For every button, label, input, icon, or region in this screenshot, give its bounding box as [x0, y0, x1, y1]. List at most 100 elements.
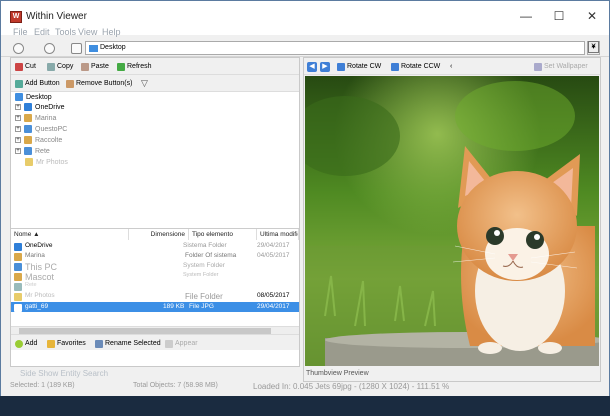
list-item[interactable]: Marina Folder Of sistema 04/05/2017: [11, 251, 299, 261]
library-icon: [14, 273, 22, 281]
status-selected: Selected: 1 (189 KB): [10, 382, 75, 389]
folder-icon: [25, 158, 33, 166]
rotate-ccw-icon: [391, 62, 399, 71]
maximize-button[interactable]: ☐: [544, 5, 574, 27]
tree-item-user[interactable]: + Marina: [15, 114, 56, 122]
filter-icon[interactable]: ▽: [141, 78, 148, 89]
column-header-type[interactable]: Tipo elemento: [189, 229, 257, 240]
tree-item-onedrive[interactable]: + OneDrive: [15, 103, 65, 111]
column-header-name[interactable]: Nome ▲: [11, 229, 129, 240]
expand-icon[interactable]: +: [15, 126, 21, 132]
forward-nav-icon[interactable]: [44, 43, 55, 54]
expand-icon[interactable]: +: [15, 104, 21, 110]
paste-icon: [81, 62, 89, 71]
previous-arrow-icon[interactable]: ◀: [307, 62, 317, 72]
column-header-date[interactable]: Ultima modifica: [257, 229, 299, 240]
remove-buttons-button[interactable]: Remove Button(s): [66, 78, 132, 89]
column-header-size[interactable]: Dimensione: [129, 229, 189, 240]
row-type: File Folder: [185, 292, 223, 301]
computer-icon: [14, 263, 22, 271]
cut-button[interactable]: Cut: [15, 61, 36, 72]
wallpaper-icon: [534, 62, 542, 71]
add-favorite-button[interactable]: Add: [15, 338, 37, 349]
refresh-button[interactable]: Refresh: [117, 61, 152, 72]
tree-root[interactable]: Desktop: [15, 93, 52, 101]
list-item-selected[interactable]: gatti_69 189 KB File JPG 29/04/2017: [11, 302, 299, 312]
rotate-cw-button[interactable]: Rotate CW: [337, 61, 381, 72]
horizontal-scrollbar[interactable]: [11, 326, 299, 334]
tree-item-libraries[interactable]: + Raccolte: [15, 136, 62, 144]
rotate-ccw-button[interactable]: Rotate CCW: [391, 61, 440, 72]
cut-label: Cut: [25, 63, 36, 70]
menu-file[interactable]: File: [13, 27, 28, 37]
row-type: Folder Of sistema: [185, 252, 237, 259]
next-arrow-icon[interactable]: ▶: [320, 62, 330, 72]
expand-icon[interactable]: +: [15, 115, 21, 121]
rename-selected-button[interactable]: Rename Selected: [95, 338, 161, 349]
computer-icon: [24, 125, 32, 133]
tree-item-label: QuestoPC: [35, 125, 68, 133]
appear-label: Appear: [175, 340, 198, 347]
kitten-photo: [305, 76, 599, 366]
rotate-cw-label: Rotate CW: [347, 63, 382, 70]
set-wallpaper-button[interactable]: Set Wallpaper: [534, 61, 588, 72]
tree-item-label: Rete: [35, 147, 50, 155]
folder-icon: [14, 293, 22, 301]
row-type: Sistema Folder: [183, 242, 227, 249]
row-date: 08/05/2017: [257, 292, 290, 299]
cloud-icon: [14, 243, 22, 251]
row-name: OneDrive: [25, 242, 53, 249]
menu-view[interactable]: View: [78, 27, 97, 37]
list-item[interactable]: OneDrive Sistema Folder 29/04/2017: [11, 241, 299, 251]
paste-button[interactable]: Paste: [81, 61, 109, 72]
tree-item-network[interactable]: + Rete: [15, 147, 50, 155]
row-date: 29/04/2017: [257, 303, 290, 310]
close-button[interactable]: ✕: [577, 5, 607, 27]
rename-label: Rename Selected: [105, 340, 161, 347]
menu-tools[interactable]: Tools: [55, 27, 76, 37]
desktop-icon: [15, 93, 23, 101]
close-pane-icon[interactable]: ✕: [588, 41, 599, 53]
list-item[interactable]: Rete: [11, 281, 299, 291]
tree-item-label: Marina: [35, 114, 57, 122]
menu-help[interactable]: Help: [102, 27, 121, 37]
add-button-button[interactable]: Add Button: [15, 78, 60, 89]
address-field[interactable]: Desktop ▾: [85, 41, 600, 55]
list-item[interactable]: This PC System Folder: [11, 261, 299, 272]
appear-icon: [165, 339, 173, 348]
preview-tab[interactable]: Thumbview Preview: [304, 367, 600, 380]
user-icon: [14, 253, 22, 261]
menu-edit[interactable]: Edit: [34, 27, 50, 37]
image-file-icon: [14, 304, 22, 312]
expand-icon[interactable]: +: [15, 148, 21, 154]
expand-icon[interactable]: +: [15, 137, 21, 143]
row-type: System Folder: [183, 272, 219, 278]
row-name: Rete: [25, 282, 37, 288]
address-toolbar: Desktop ▾: [1, 39, 609, 57]
refresh-label: Refresh: [127, 63, 152, 70]
appear-button[interactable]: Appear: [165, 338, 198, 349]
tree-item-pc[interactable]: + QuestoPC: [15, 125, 67, 133]
list-item[interactable]: Mr Photos File Folder 08/05/2017: [11, 291, 299, 301]
remove-buttons-label: Remove Button(s): [76, 80, 133, 87]
app-icon: W: [10, 11, 22, 23]
scissors-icon: [15, 62, 23, 71]
network-icon: [14, 283, 22, 291]
browser-pane: Cut Copy Paste Refresh Add Button Remove…: [10, 57, 300, 367]
row-type: File JPG: [189, 303, 214, 310]
rotate-cw-icon: [337, 62, 345, 71]
toolbar-scroll-left-icon[interactable]: ‹: [450, 61, 452, 72]
favorites-label: Favorites: [57, 340, 86, 347]
up-folder-icon[interactable]: [71, 43, 82, 54]
favorites-button[interactable]: Favorites: [47, 338, 86, 349]
copy-button[interactable]: Copy: [47, 61, 73, 72]
remove-icon: [66, 79, 74, 88]
tree-item-photos[interactable]: Mr Photos: [25, 158, 68, 166]
image-preview[interactable]: [305, 76, 599, 366]
back-nav-icon[interactable]: [13, 43, 24, 54]
minimize-button[interactable]: —: [511, 5, 541, 27]
paste-label: Paste: [91, 63, 109, 70]
copy-label: Copy: [57, 63, 74, 70]
slideshow-bar[interactable]: Side Show Entity Search: [10, 368, 300, 380]
list-item[interactable]: Mascot System Folder: [11, 271, 299, 282]
